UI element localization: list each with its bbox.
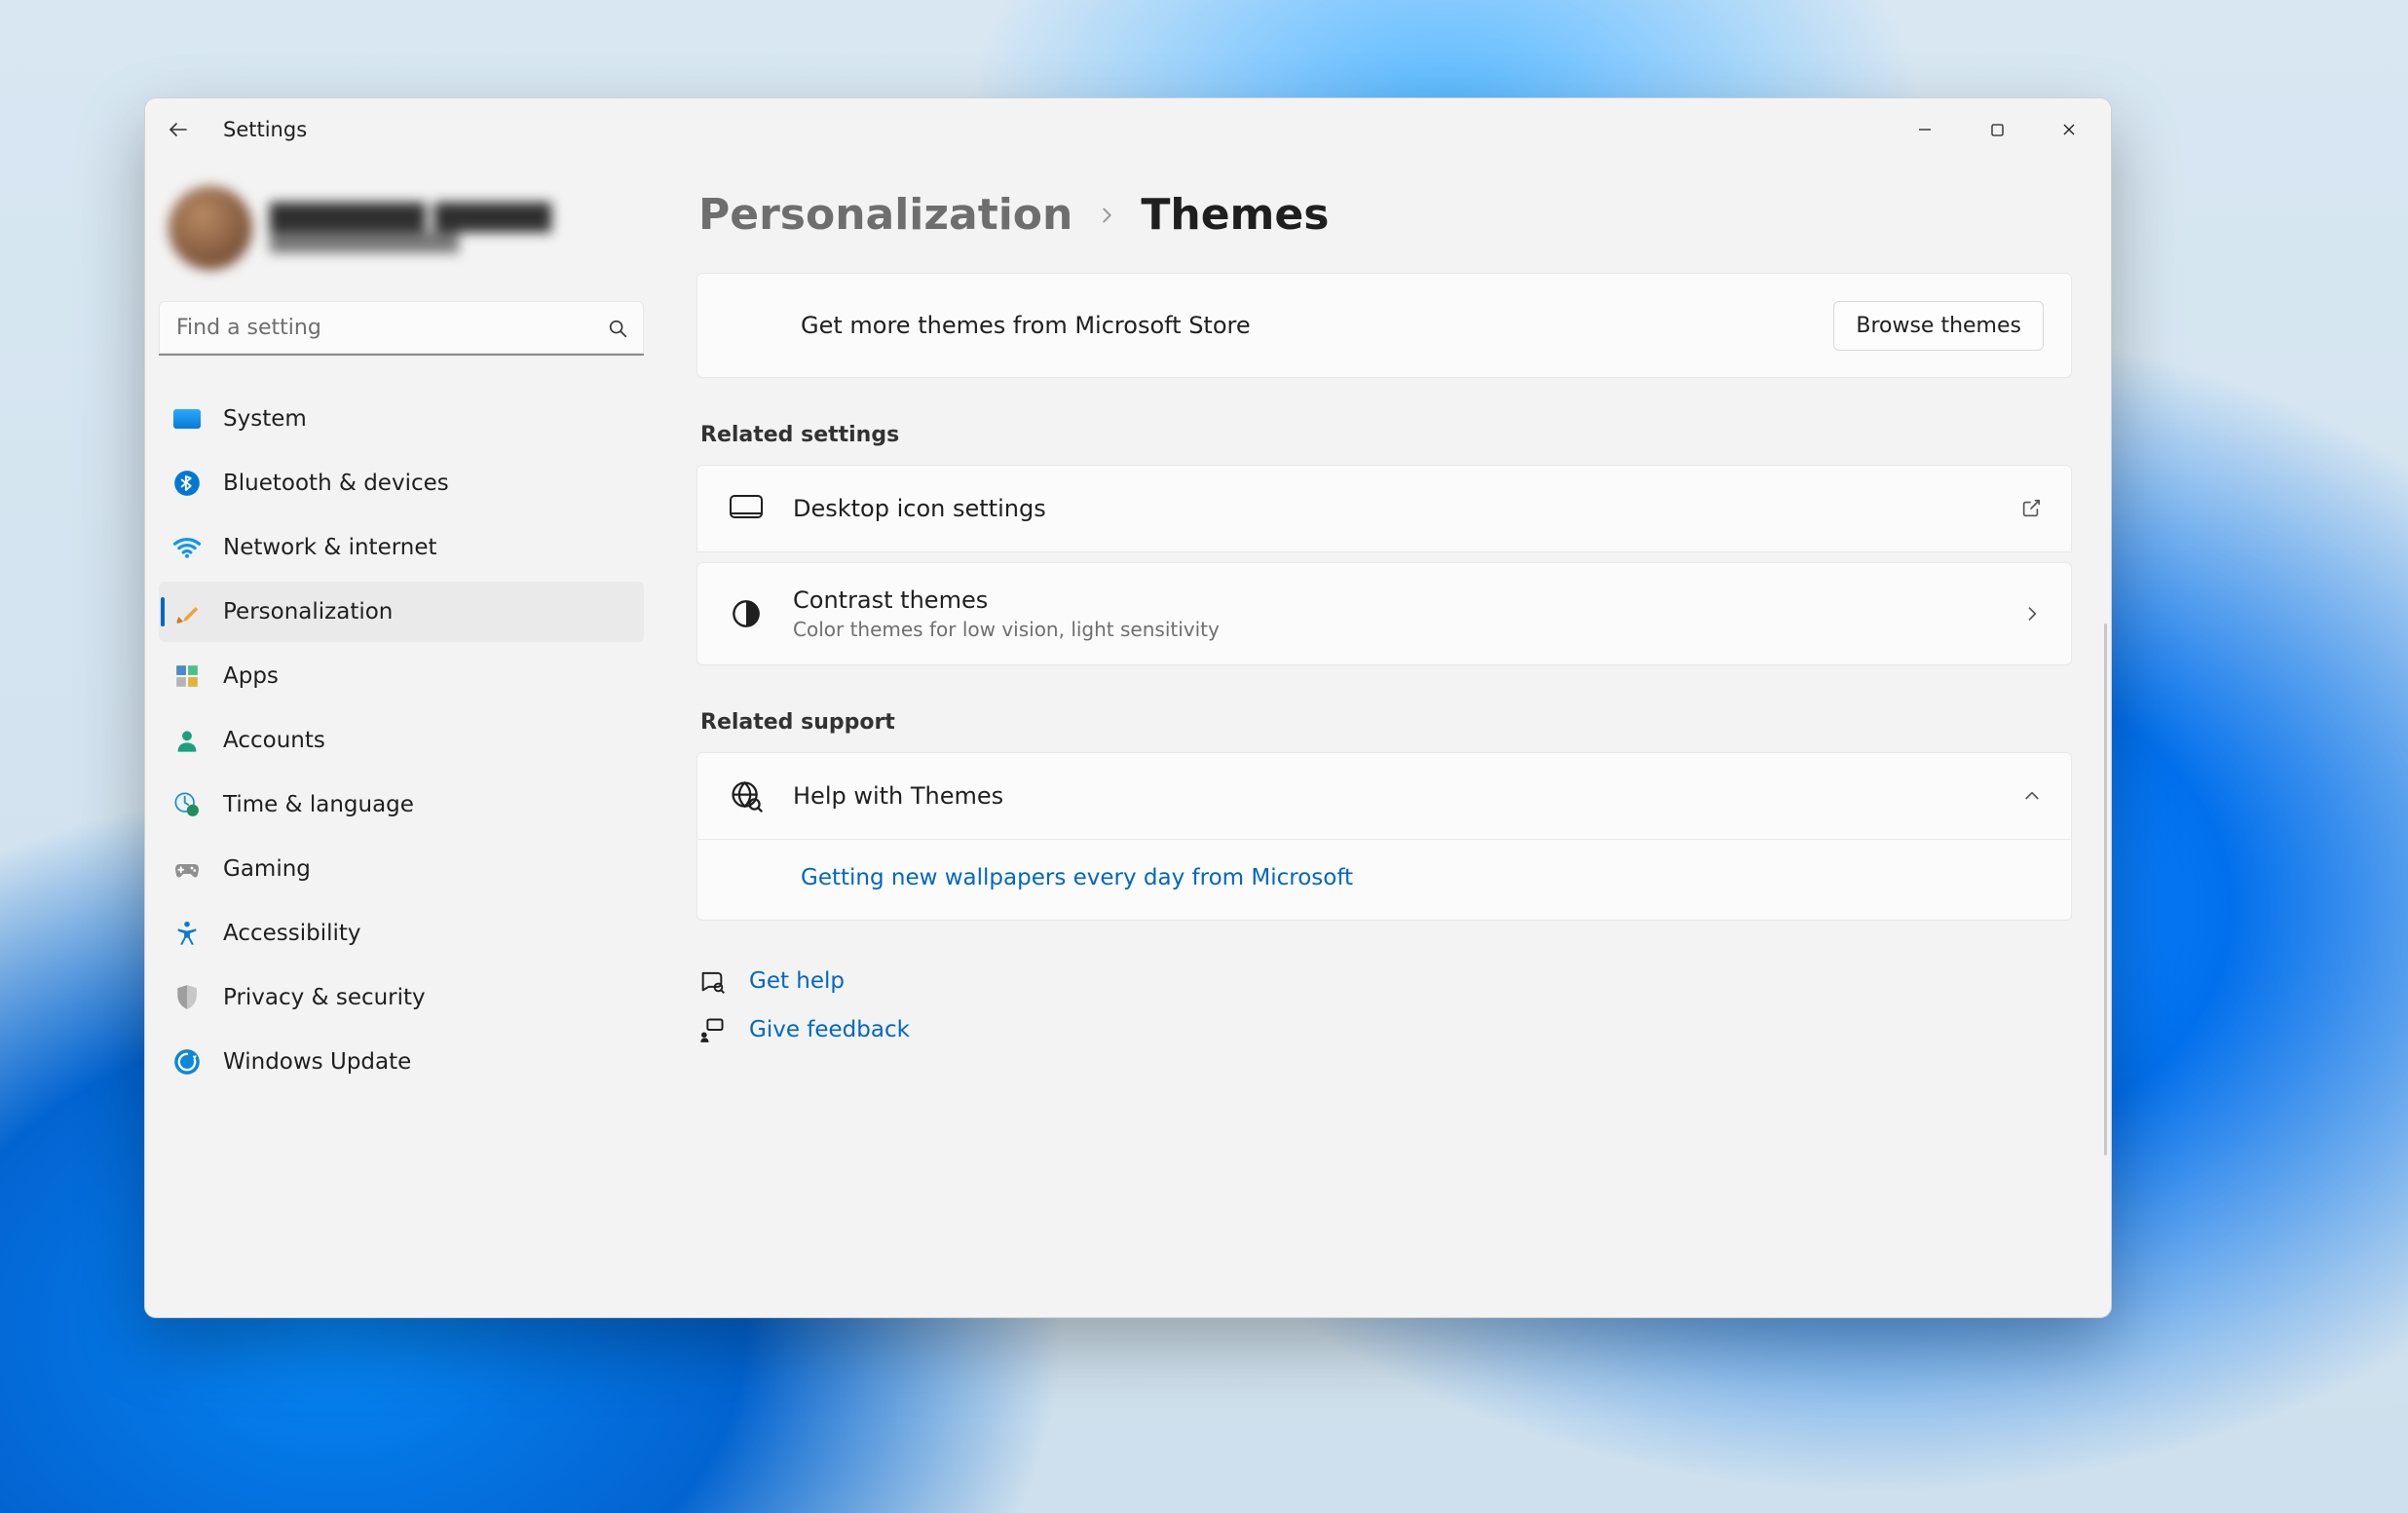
sidebar-item-label: Apps [223, 663, 279, 689]
close-button[interactable] [2033, 104, 2105, 155]
sidebar-item-label: Windows Update [223, 1049, 411, 1075]
maximize-icon [1990, 123, 2005, 137]
wifi-icon [172, 533, 202, 562]
app-title: Settings [223, 118, 307, 141]
sidebar-item-personalization[interactable]: Personalization [159, 582, 644, 642]
row-title: Desktop icon settings [793, 495, 1993, 522]
sidebar-item-accessibility[interactable]: Accessibility [159, 903, 644, 964]
row-help-with-themes[interactable]: Help with Themes [697, 753, 2071, 839]
sidebar: ████████ ██████ ██████████████ System [145, 161, 658, 1317]
bluetooth-icon [172, 469, 202, 498]
globe-search-icon [727, 776, 766, 815]
sidebar-item-accounts[interactable]: Accounts [159, 710, 644, 771]
external-link-icon [2020, 498, 2042, 519]
minimize-button[interactable] [1889, 104, 1961, 155]
sidebar-item-label: Bluetooth & devices [223, 471, 449, 496]
sidebar-item-windows-update[interactable]: Windows Update [159, 1032, 644, 1092]
scrollbar[interactable] [2104, 624, 2107, 1155]
link-getting-wallpapers[interactable]: Getting new wallpapers every day from Mi… [801, 865, 1353, 890]
clock-globe-icon [172, 790, 202, 819]
sidebar-item-label: Personalization [223, 599, 393, 624]
back-arrow-icon [167, 118, 190, 141]
link-give-feedback[interactable]: Give feedback [749, 1017, 910, 1042]
footer-links: Get help Give feedback [696, 965, 2072, 1045]
gamepad-icon [172, 854, 202, 884]
sidebar-item-label: Accounts [223, 728, 325, 753]
person-icon [172, 726, 202, 755]
sidebar-item-apps[interactable]: Apps [159, 646, 644, 706]
search-input[interactable] [159, 301, 644, 356]
sidebar-item-bluetooth[interactable]: Bluetooth & devices [159, 453, 644, 513]
section-title-related-settings: Related settings [700, 423, 2072, 447]
maximize-button[interactable] [1961, 104, 2033, 155]
contrast-icon [727, 594, 766, 633]
profile-block[interactable]: ████████ ██████ ██████████████ [159, 172, 644, 297]
sidebar-item-label: Network & internet [223, 535, 437, 560]
row-title: Contrast themes [793, 586, 1995, 614]
breadcrumb-current: Themes [1141, 190, 1329, 240]
settings-window: Settings ████████ ██████ ██████████████ [144, 97, 2112, 1318]
shield-icon [172, 983, 202, 1012]
store-text: Get more themes from Microsoft Store [801, 312, 1251, 339]
titlebar: Settings [145, 98, 2111, 161]
search-icon [607, 318, 628, 339]
search-field[interactable] [159, 301, 644, 356]
row-contrast-themes[interactable]: Contrast themes Color themes for low vis… [696, 562, 2072, 665]
system-icon [172, 404, 202, 434]
chevron-up-icon [2022, 786, 2042, 806]
chevron-right-icon [1096, 205, 1117, 226]
profile-text: ████████ ██████ ██████████████ [270, 204, 551, 253]
minimize-icon [1917, 122, 1933, 137]
desktop-icon [727, 489, 766, 528]
sidebar-item-label: Gaming [223, 856, 311, 882]
update-icon [172, 1047, 202, 1077]
chevron-right-icon [2022, 604, 2042, 624]
paintbrush-icon [172, 597, 202, 626]
navigation: System Bluetooth & devices Network & int… [159, 381, 644, 1092]
sidebar-item-label: System [223, 406, 307, 432]
row-desktop-icon-settings[interactable]: Desktop icon settings [696, 465, 2072, 552]
feedback-icon [696, 1014, 728, 1045]
help-expanded-content: Getting new wallpapers every day from Mi… [697, 839, 2071, 920]
accessibility-icon [172, 919, 202, 948]
sidebar-item-label: Privacy & security [223, 985, 426, 1010]
section-title-related-support: Related support [700, 710, 2072, 735]
sidebar-item-label: Time & language [223, 792, 414, 817]
sidebar-item-system[interactable]: System [159, 389, 644, 449]
browse-themes-button[interactable]: Browse themes [1833, 301, 2044, 351]
row-title: Help with Themes [793, 782, 1995, 810]
close-icon [2061, 122, 2077, 137]
breadcrumb: Personalization Themes [698, 190, 2072, 240]
get-help-icon [696, 965, 728, 997]
sidebar-item-gaming[interactable]: Gaming [159, 839, 644, 899]
link-get-help[interactable]: Get help [749, 968, 845, 994]
apps-icon [172, 662, 202, 691]
content-area: Personalization Themes Get more themes f… [658, 161, 2111, 1317]
window-controls [1889, 104, 2105, 155]
sidebar-item-time-language[interactable]: Time & language [159, 775, 644, 835]
row-subtitle: Color themes for low vision, light sensi… [793, 618, 1995, 641]
help-themes-card: Help with Themes Getting new wallpapers … [696, 752, 2072, 921]
back-button[interactable] [163, 114, 194, 145]
sidebar-item-label: Accessibility [223, 921, 361, 946]
sidebar-item-network[interactable]: Network & internet [159, 517, 644, 578]
avatar [169, 186, 252, 270]
store-themes-card: Get more themes from Microsoft Store Bro… [696, 273, 2072, 378]
sidebar-item-privacy[interactable]: Privacy & security [159, 967, 644, 1028]
breadcrumb-parent[interactable]: Personalization [698, 190, 1072, 240]
